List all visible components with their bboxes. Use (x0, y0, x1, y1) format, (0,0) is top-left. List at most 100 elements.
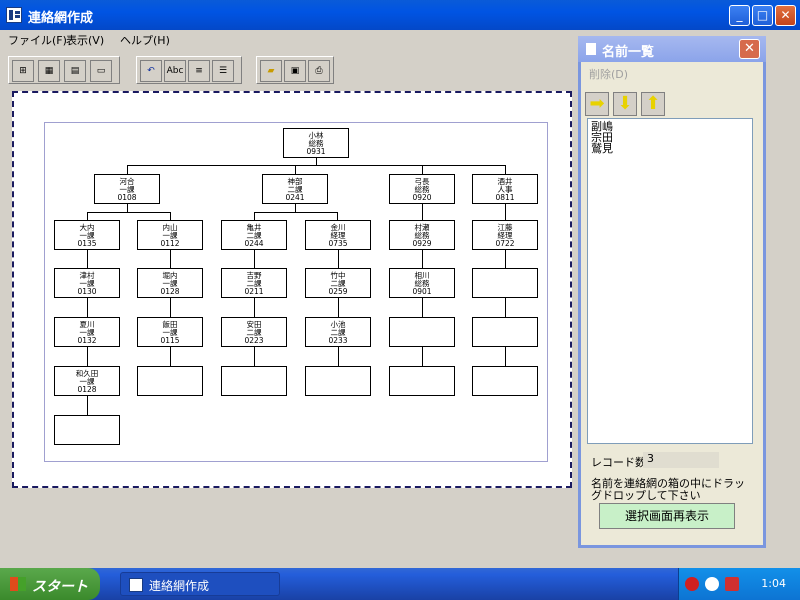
org-chart-box[interactable]: 小池 二課 0233 (305, 317, 371, 347)
record-count-value: 3 (643, 452, 719, 468)
align-left-icon[interactable]: ☰ (212, 60, 234, 82)
org-box-code: 0901 (412, 287, 432, 296)
org-chart-box[interactable] (54, 415, 120, 445)
start-button[interactable]: スタート (0, 568, 100, 600)
org-chart-box[interactable] (305, 366, 371, 396)
org-chart-box[interactable]: 亀井 二課 0244 (221, 220, 287, 250)
undo-icon[interactable]: ↶ (140, 60, 162, 82)
org-chart-box[interactable]: 吉野 二課 0211 (221, 268, 287, 298)
menu-delete[interactable]: 削除(D) (589, 66, 628, 82)
connector-line (505, 347, 506, 366)
connector-line (295, 165, 296, 174)
align-center-icon[interactable]: ≡ (188, 60, 210, 82)
org-chart-box[interactable] (472, 317, 538, 347)
print-icon[interactable]: ⎙ (308, 60, 330, 82)
page-view-icon[interactable]: ▤ (64, 60, 86, 82)
tree-view-icon[interactable]: ⊞ (12, 60, 34, 82)
toolbar-group-file: ▰ ▣ ⎙ (256, 56, 334, 84)
org-box-code: 0128 (160, 287, 180, 296)
org-box-code: 0130 (77, 287, 97, 296)
org-chart-box[interactable]: 安田 二課 0223 (221, 317, 287, 347)
org-box-code: 0128 (77, 385, 97, 394)
title-bar[interactable]: 連絡網作成 _ □ ✕ (0, 0, 800, 30)
grid-view-icon[interactable]: ▦ (38, 60, 60, 82)
taskbar-item-app[interactable]: 連絡網作成 (120, 572, 280, 596)
org-chart-box[interactable]: 堀内 一課 0128 (137, 268, 203, 298)
org-chart-box[interactable]: 弓長 総務 0920 (389, 174, 455, 204)
org-chart-box[interactable]: 夏川 一課 0132 (54, 317, 120, 347)
connector-line (87, 212, 171, 213)
network-icon[interactable] (685, 577, 699, 591)
org-chart-box[interactable]: 津村 一課 0130 (54, 268, 120, 298)
org-box-code: 0112 (160, 239, 180, 248)
list-item[interactable]: 鷲見 (588, 143, 752, 154)
arrow-right-icon[interactable]: ➡ (585, 92, 609, 116)
org-chart-box[interactable]: 相川 総務 0901 (389, 268, 455, 298)
font-abc-button[interactable]: Abc (164, 60, 186, 82)
connector-line (170, 250, 171, 268)
org-chart-box[interactable]: 江藤 経理 0722 (472, 220, 538, 250)
org-box-code: 0722 (495, 239, 515, 248)
org-box-code: 0115 (160, 336, 180, 345)
clock: 1:04 (761, 577, 786, 590)
org-box-code: 0223 (244, 336, 264, 345)
org-chart-box[interactable] (389, 317, 455, 347)
name-list-close-button[interactable]: ✕ (739, 39, 760, 59)
arrow-down-icon[interactable]: ⬇ (613, 92, 637, 116)
toolbar: ⊞ ▦ ▤ ▭ ↶ Abc ≡ ☰ ▰ ▣ ⎙ (0, 52, 580, 88)
connector-line (127, 204, 128, 212)
org-chart-box[interactable] (137, 366, 203, 396)
arrow-up-icon[interactable]: ⬆ (641, 92, 665, 116)
connector-line (87, 250, 88, 268)
minimize-button[interactable]: _ (729, 5, 750, 26)
menu-view[interactable]: 表示(V) (66, 32, 104, 48)
org-chart-box[interactable] (472, 366, 538, 396)
connector-line (254, 298, 255, 317)
org-box-code: 0259 (328, 287, 348, 296)
org-chart-box[interactable]: 小林 総務 0931 (283, 128, 349, 158)
connector-line (87, 347, 88, 366)
org-chart-box[interactable]: 竹中 二課 0259 (305, 268, 371, 298)
window-title: 連絡網作成 (28, 11, 94, 26)
org-chart-box[interactable]: 河合 一課 0108 (94, 174, 160, 204)
connector-line (170, 212, 171, 220)
org-chart-box[interactable]: 酒井 人事 0811 (472, 174, 538, 204)
org-chart-box[interactable]: 和久田 一課 0128 (54, 366, 120, 396)
chevron-left-icon[interactable] (705, 577, 719, 591)
connector-line (422, 298, 423, 317)
org-chart-box[interactable] (389, 366, 455, 396)
redisplay-selection-button[interactable]: 選択画面再表示 (599, 503, 735, 529)
save-icon[interactable]: ▣ (284, 60, 306, 82)
taskbar-item-label: 連絡網作成 (149, 579, 210, 593)
open-folder-icon[interactable]: ▰ (260, 60, 282, 82)
org-box-code: 0931 (306, 147, 326, 156)
toolbar-group-view: ⊞ ▦ ▤ ▭ (8, 56, 120, 84)
ati-icon[interactable] (725, 577, 739, 591)
app-icon (6, 7, 22, 23)
org-chart-box[interactable]: 飯田 一課 0115 (137, 317, 203, 347)
org-box-code: 0920 (412, 193, 432, 202)
org-chart-box[interactable]: 金川 経理 0735 (305, 220, 371, 250)
connector-line (87, 396, 88, 415)
menu-help[interactable]: ヘルプ(H) (120, 32, 170, 48)
name-listbox[interactable]: 副嶋 宗田 鷲見 (587, 118, 753, 444)
org-chart-box[interactable]: 村瀬 総務 0929 (389, 220, 455, 250)
org-chart-box[interactable]: 大内 一課 0135 (54, 220, 120, 250)
name-list-titlebar[interactable]: 名前一覧 ✕ (578, 36, 766, 62)
org-chart-box[interactable]: 内山 一課 0112 (137, 220, 203, 250)
maximize-button[interactable]: □ (752, 5, 773, 26)
org-box-code: 0211 (244, 287, 264, 296)
org-chart-box[interactable]: 神部 二課 0241 (262, 174, 328, 204)
close-button[interactable]: ✕ (775, 5, 796, 26)
box-view-icon[interactable]: ▭ (90, 60, 112, 82)
menu-file[interactable]: ファイル(F) (8, 32, 67, 48)
org-chart-box[interactable] (472, 268, 538, 298)
org-chart-canvas[interactable]: 小林 総務 0931 河合 一課 0108 神部 二課 0241 弓長 総務 0920 酒井 人事 0811… (12, 91, 572, 488)
connector-line (422, 165, 423, 174)
connector-line (87, 298, 88, 317)
org-chart-box[interactable] (221, 366, 287, 396)
connector-line (170, 298, 171, 317)
org-box-code: 0811 (495, 193, 515, 202)
org-box-code: 0929 (412, 239, 432, 248)
connector-line (127, 165, 128, 174)
